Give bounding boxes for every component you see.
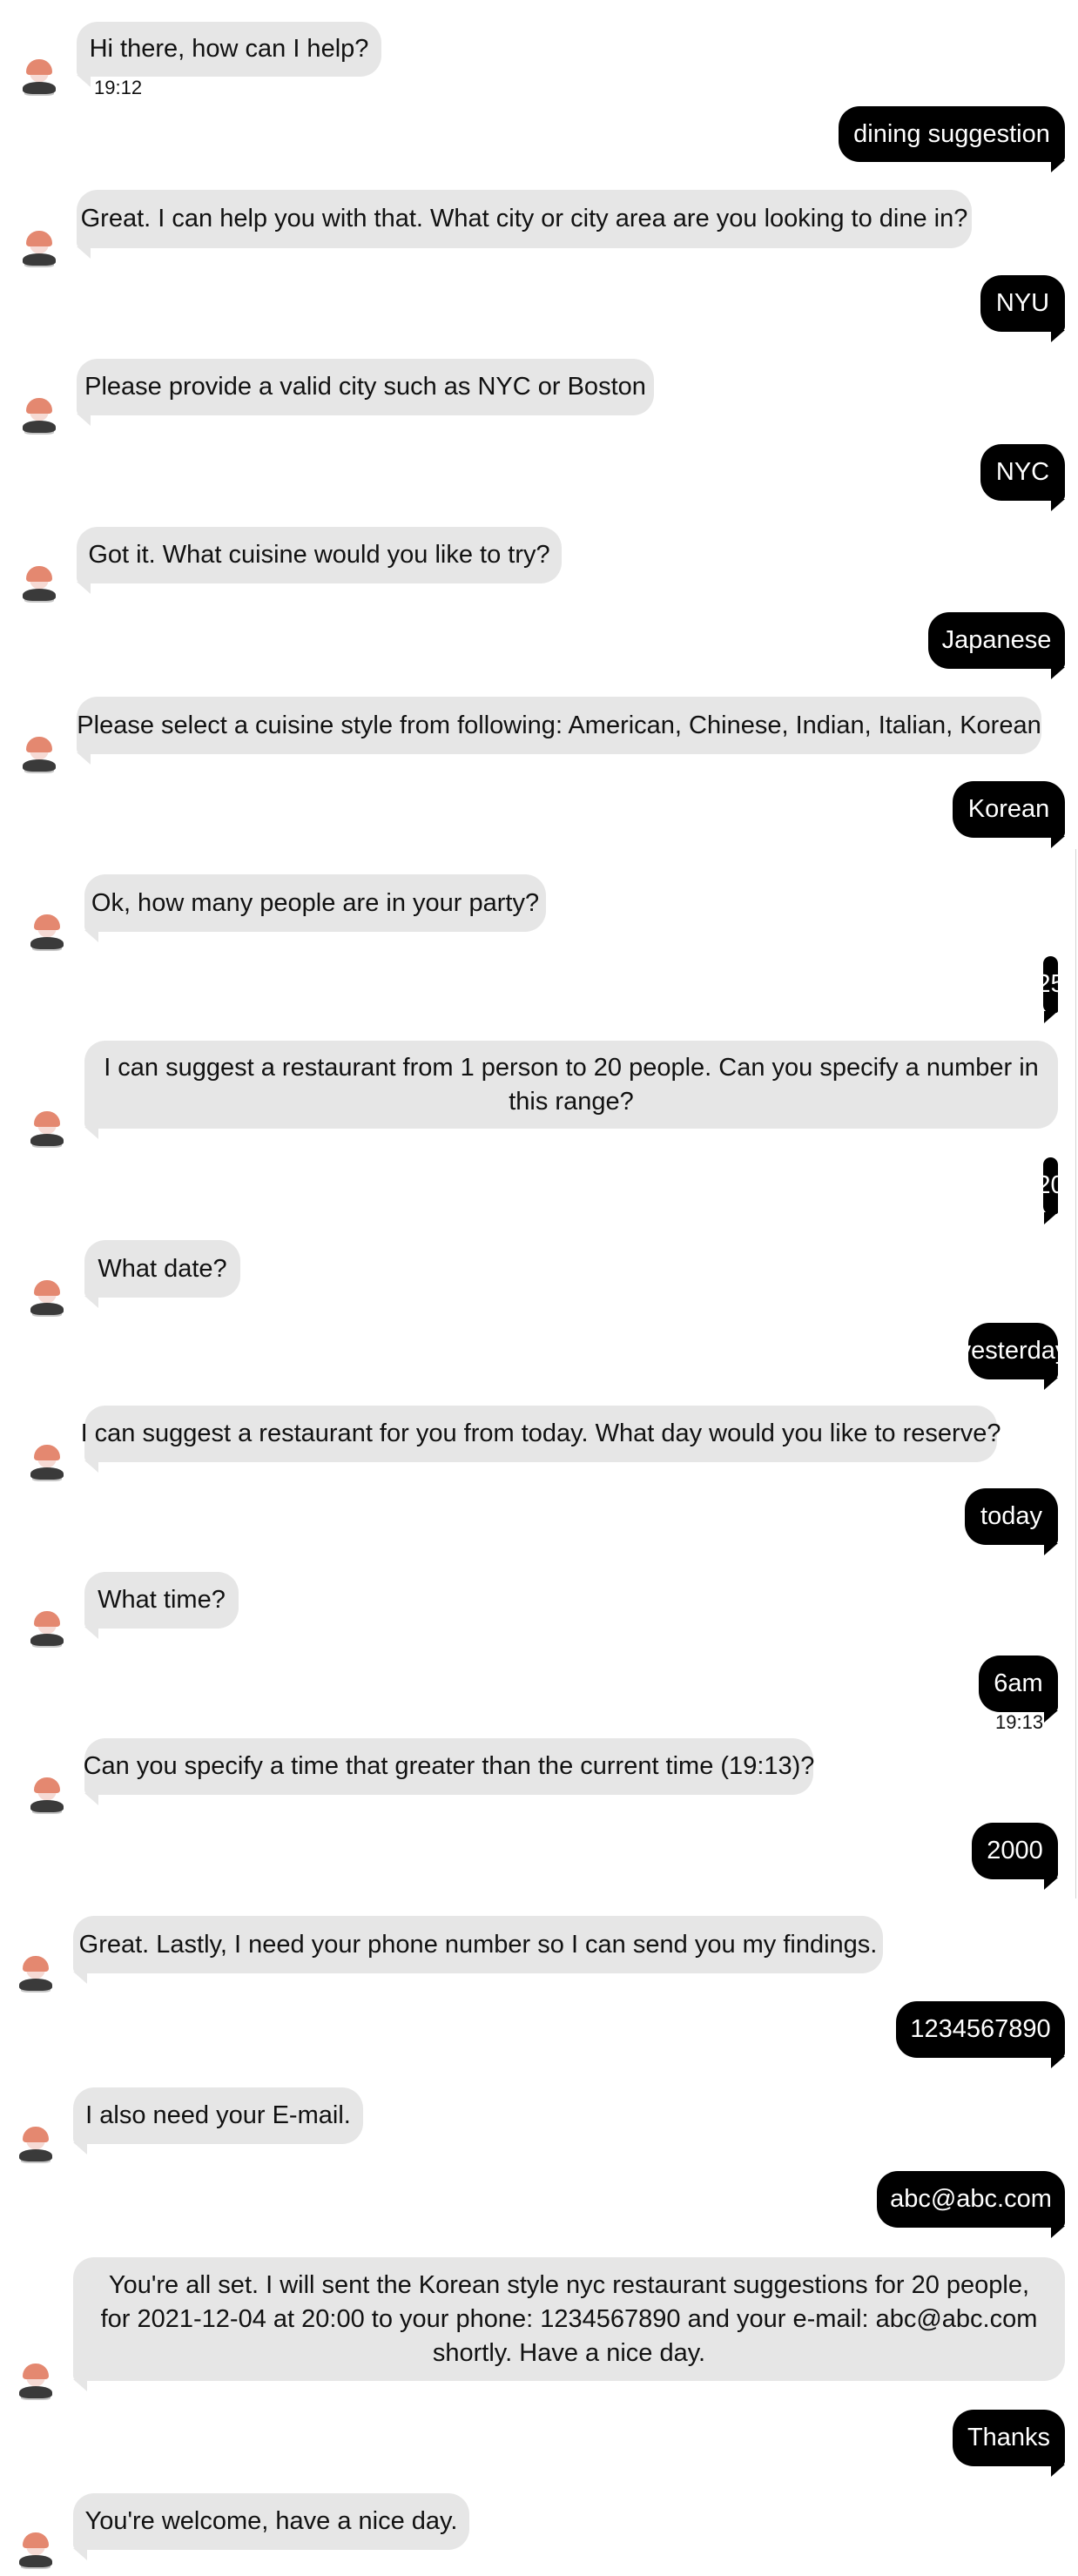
bubble-tail xyxy=(77,752,91,765)
bot-avatar-icon xyxy=(14,2358,57,2405)
bubble-tail xyxy=(1051,667,1065,679)
chat-window: { "conversation": { "messages": [ {"from… xyxy=(0,0,1078,2576)
message-bubble: I can suggest a restaurant from 1 person… xyxy=(84,1041,1058,1129)
message-bubble: 2000 xyxy=(972,1823,1058,1879)
message-bubble: What date? xyxy=(84,1240,240,1298)
bubble-tail xyxy=(84,1460,98,1473)
scroll-divider xyxy=(1075,849,1076,1898)
bubble-tail xyxy=(77,246,91,259)
bubble-tail xyxy=(1044,1543,1058,1555)
bubble-tail xyxy=(77,582,91,594)
bubble-tail xyxy=(1051,2056,1065,2068)
message-bubble: NYU xyxy=(980,275,1065,332)
message-bubble: You're welcome, have a nice day. xyxy=(73,2493,469,2550)
message-bubble: 6am xyxy=(979,1656,1058,1712)
bot-avatar-icon xyxy=(17,561,61,608)
message-bubble: Got it. What cuisine would you like to t… xyxy=(77,527,562,583)
message-bubble: 20 xyxy=(1036,1157,1065,1214)
bot-avatar-icon xyxy=(14,2121,57,2168)
bubble-tail xyxy=(73,1972,87,1984)
bot-avatar-icon xyxy=(17,226,61,273)
bubble-tail xyxy=(84,1793,98,1805)
message-bubble: What time? xyxy=(84,1572,239,1629)
bubble-tail xyxy=(1044,1878,1058,1890)
bubble-tail xyxy=(84,930,98,942)
message-bubble: today xyxy=(965,1488,1058,1545)
bubble-tail xyxy=(1051,2465,1065,2477)
bubble-tail xyxy=(1044,1011,1058,1023)
message-bubble: Thanks xyxy=(953,2410,1065,2466)
bubble-tail xyxy=(73,2142,87,2155)
bot-avatar-icon xyxy=(25,1606,69,1653)
bot-avatar-icon xyxy=(25,1275,69,1322)
message-bubble: You're all set. I will sent the Korean s… xyxy=(73,2257,1065,2381)
message-bubble: Great. I can help you with that. What ci… xyxy=(77,190,972,248)
message-bubble: Japanese xyxy=(928,612,1065,669)
message-bubble: Great. Lastly, I need your phone number … xyxy=(73,1916,883,1973)
bubble-tail xyxy=(1051,2226,1065,2238)
bubble-tail xyxy=(84,1296,98,1308)
message-bubble: Korean xyxy=(953,781,1065,838)
message-bubble: 1234567890 xyxy=(896,2001,1065,2058)
bubble-tail xyxy=(1044,1378,1058,1390)
message-bubble: abc@abc.com xyxy=(877,2171,1065,2228)
bubble-tail xyxy=(73,2548,87,2560)
bubble-tail xyxy=(84,1627,98,1639)
bot-avatar-icon xyxy=(14,1951,57,1998)
message-timestamp: 19:12 xyxy=(94,77,143,98)
message-bubble: 25 xyxy=(1036,956,1065,1013)
message-bubble: yesterday xyxy=(959,1323,1068,1379)
message-bubble: NYC xyxy=(980,444,1065,501)
bubble-tail xyxy=(73,2379,87,2391)
bubble-tail xyxy=(77,75,91,87)
message-bubble: I also need your E-mail. xyxy=(73,2087,363,2144)
bot-avatar-icon xyxy=(25,1106,69,1153)
bubble-tail xyxy=(84,1127,98,1139)
bubble-tail xyxy=(1051,160,1065,172)
bubble-tail xyxy=(1044,1212,1058,1224)
bot-avatar-icon xyxy=(25,1772,69,1819)
message-bubble: dining suggestion xyxy=(839,106,1065,162)
message-bubble: Ok, how many people are in your party? xyxy=(84,874,546,932)
bubble-tail xyxy=(1051,499,1065,511)
bubble-tail xyxy=(1051,330,1065,342)
message-bubble: Please select a cuisine style from follo… xyxy=(77,697,1041,754)
message-bubble: Please provide a valid city such as NYC … xyxy=(77,359,654,415)
bot-avatar-icon xyxy=(14,2527,57,2574)
message-bubble: Can you specify a time that greater than… xyxy=(84,1738,814,1795)
bot-avatar-icon xyxy=(17,54,61,101)
bot-avatar-icon xyxy=(17,393,61,440)
message-timestamp: 19:13 xyxy=(995,1711,1044,1733)
bot-avatar-icon xyxy=(25,1440,69,1487)
bot-avatar-icon xyxy=(25,909,69,956)
bubble-tail xyxy=(77,414,91,426)
message-bubble: I can suggest a restaurant for you from … xyxy=(81,1406,1001,1462)
bubble-tail xyxy=(1051,836,1065,848)
bubble-tail xyxy=(1044,1710,1058,1723)
message-bubble: Hi there, how can I help? xyxy=(77,22,381,77)
bot-avatar-icon xyxy=(17,732,61,779)
